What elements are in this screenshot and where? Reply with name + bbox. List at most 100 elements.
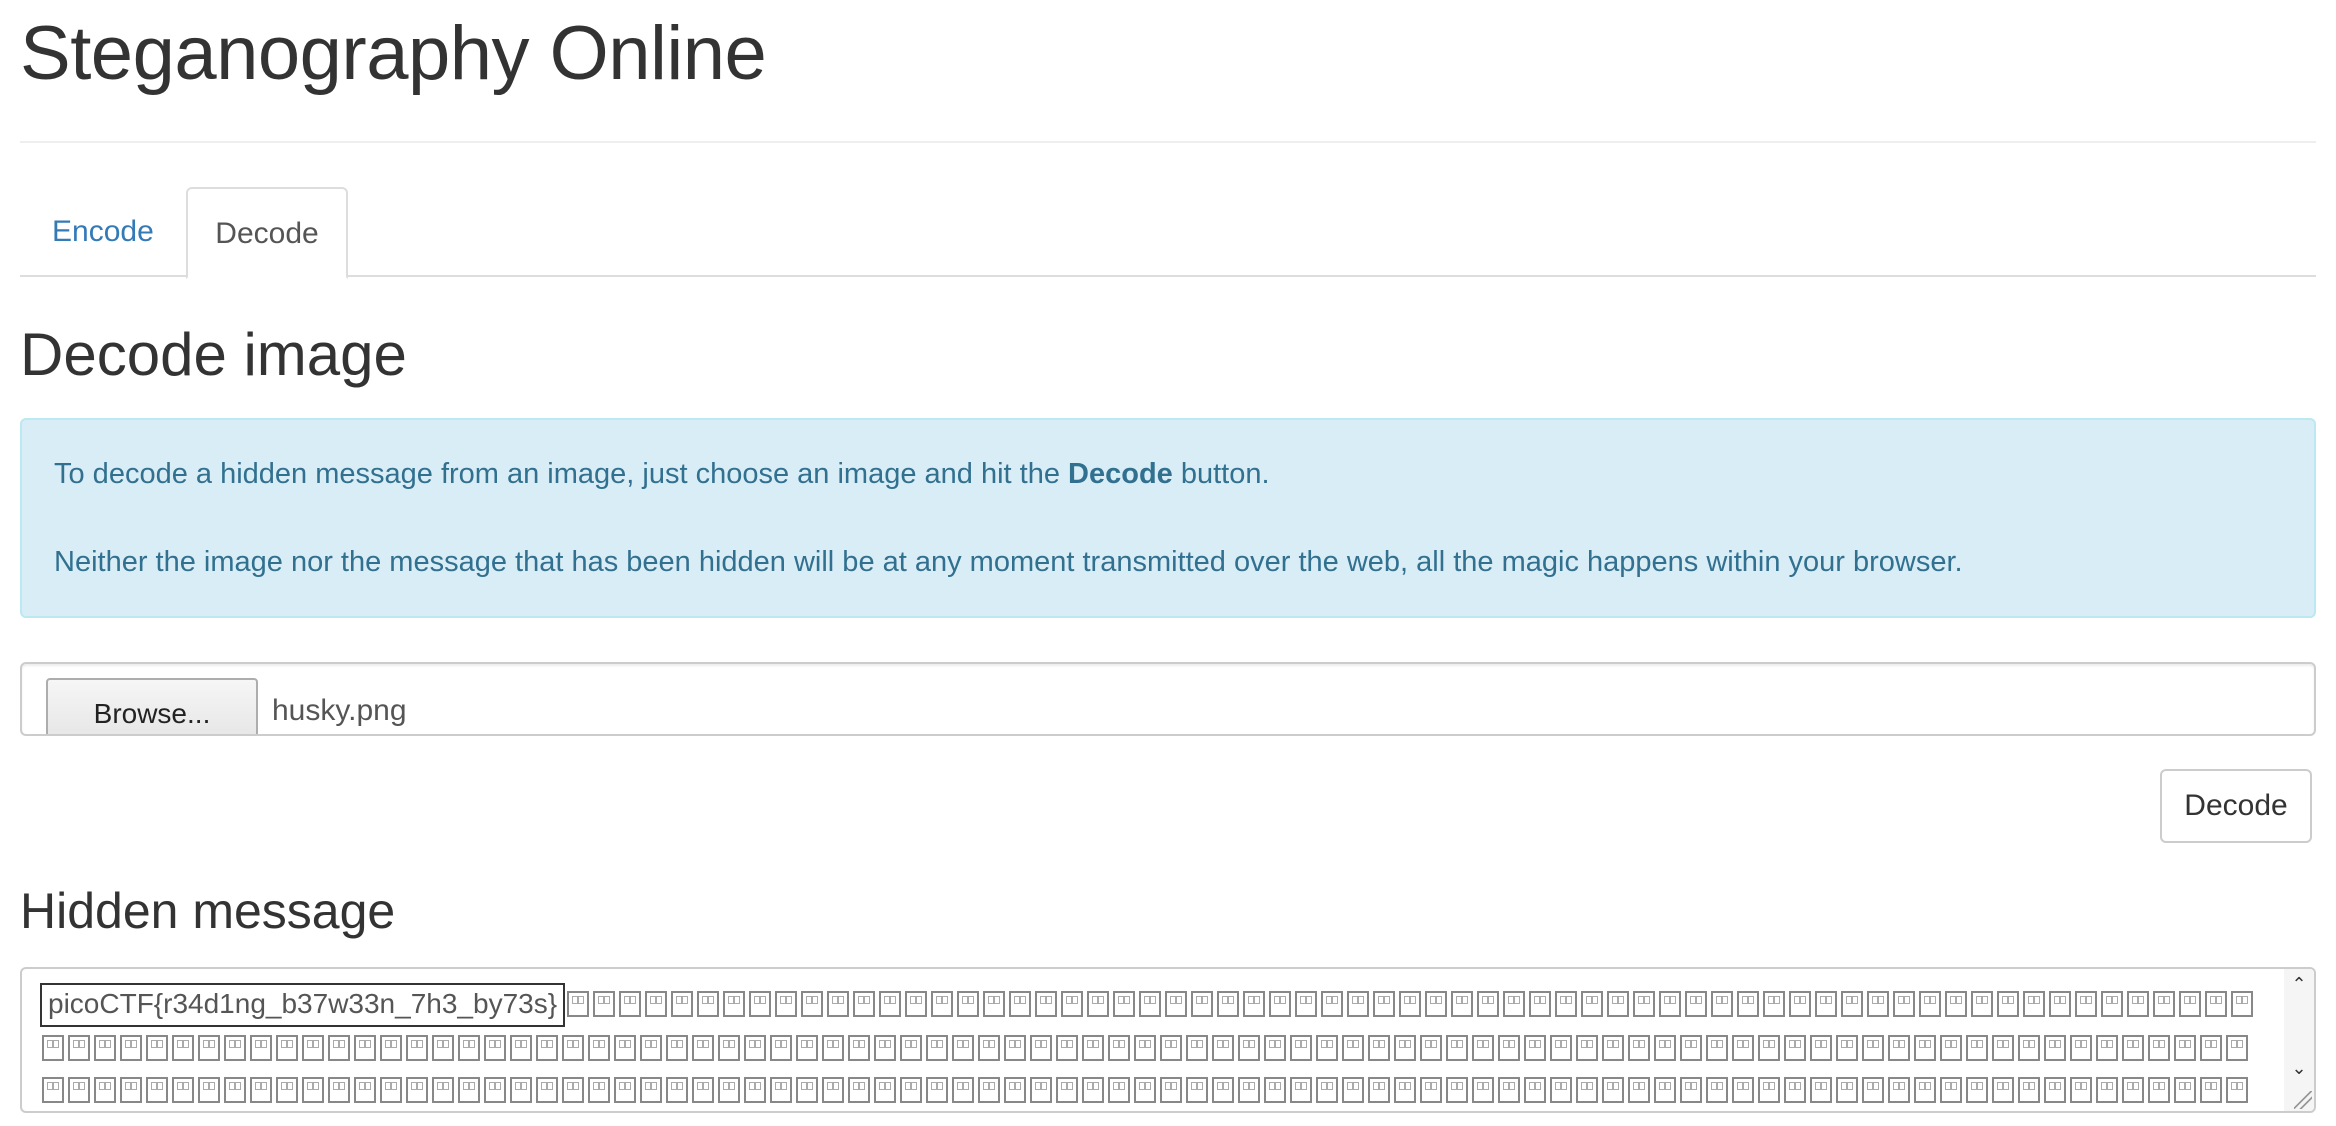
unprintable-character-box — [1290, 1035, 1312, 1061]
unprintable-character-box — [1108, 1077, 1130, 1103]
unprintable-character-box — [1342, 1077, 1364, 1103]
unprintable-character-box — [1654, 1035, 1676, 1061]
unprintable-character-box — [406, 1035, 428, 1061]
unprintable-character-box — [1607, 991, 1630, 1017]
unprintable-character-box — [796, 1077, 818, 1103]
info-instructions: To decode a hidden message from an image… — [54, 458, 1270, 491]
unprintable-character-box — [1446, 1077, 1468, 1103]
unprintable-character-box — [1394, 1077, 1416, 1103]
unprintable-character-box — [1914, 1035, 1936, 1061]
unprintable-character-box — [1919, 991, 1942, 1017]
steganography-page: Steganography Online Encode Decode Decod… — [0, 0, 2336, 1126]
unprintable-character-box — [354, 1035, 376, 1061]
unprintable-character-box — [666, 1035, 688, 1061]
unprintable-character-box — [1139, 991, 1162, 1017]
unprintable-character-box — [2070, 1035, 2092, 1061]
unprintable-character-box — [2070, 1077, 2092, 1103]
unprintable-character-box — [302, 1035, 324, 1061]
unprintable-character-box — [562, 1035, 584, 1061]
unprintable-character-box — [2226, 1077, 2248, 1103]
unprintable-character-box — [120, 1035, 142, 1061]
unprintable-character-box — [640, 1035, 662, 1061]
unprintable-character-box — [1264, 1035, 1286, 1061]
unprintable-character-box — [1602, 1077, 1624, 1103]
tab-encode[interactable]: Encode — [20, 187, 186, 277]
unprintable-character-box — [1836, 1077, 1858, 1103]
unprintable-character-box — [900, 1077, 922, 1103]
unprintable-character-box — [1628, 1077, 1650, 1103]
unprintable-character-box — [1108, 1035, 1130, 1061]
decode-button[interactable]: Decode — [2160, 769, 2312, 843]
unprintable-character-box — [2096, 1035, 2118, 1061]
unprintable-character-box — [1789, 991, 1812, 1017]
unprintable-character-box — [1862, 1077, 1884, 1103]
unprintable-character-box — [1290, 1077, 1312, 1103]
unprintable-character-box — [1165, 991, 1188, 1017]
hidden-message-content: picoCTF{r34d1ng_b37w33n_7h3_by73s} — [40, 983, 2270, 1111]
info-instructions-suffix: button. — [1172, 458, 1270, 490]
unprintable-character-box — [1940, 1035, 1962, 1061]
unprintable-character-box — [1264, 1077, 1286, 1103]
unprintable-character-box — [1160, 1035, 1182, 1061]
hidden-message-textarea[interactable]: picoCTF{r34d1ng_b37w33n_7h3_by73s} ⌃ ⌄ — [20, 967, 2316, 1113]
unprintable-character-box — [1555, 991, 1578, 1017]
unprintable-character-box — [1035, 991, 1058, 1017]
unprintable-character-box — [718, 1035, 740, 1061]
unprintable-character-box — [380, 1077, 402, 1103]
unprintable-character-box — [874, 1035, 896, 1061]
unprintable-character-box — [172, 1077, 194, 1103]
unprintable-character-box — [458, 1077, 480, 1103]
unprintable-character-box — [1394, 1035, 1416, 1061]
unprintable-character-box — [172, 1035, 194, 1061]
unprintable-character-box — [1841, 991, 1864, 1017]
unprintable-character-box — [94, 1035, 116, 1061]
unprintable-character-box — [2200, 1077, 2222, 1103]
unprintable-character-box — [1732, 1035, 1754, 1061]
unprintable-character-box — [2122, 1035, 2144, 1061]
unprintable-character-box — [593, 991, 616, 1017]
tab-decode[interactable]: Decode — [186, 187, 348, 279]
unprintable-character-box — [1243, 991, 1266, 1017]
unprintable-character-box — [1810, 1035, 1832, 1061]
unprintable-character-box — [1867, 991, 1890, 1017]
unprintable-character-box — [1004, 1035, 1026, 1061]
unprintable-character-box — [1940, 1077, 1962, 1103]
unprintable-character-box — [94, 1077, 116, 1103]
unprintable-character-box — [2044, 1035, 2066, 1061]
unprintable-character-box — [1056, 1035, 1078, 1061]
tab-bar: Encode Decode — [20, 187, 2316, 279]
unprintable-character-box — [822, 1035, 844, 1061]
title-divider — [20, 141, 2316, 143]
unprintable-character-box — [1030, 1035, 1052, 1061]
unprintable-character-box — [1711, 991, 1734, 1017]
unprintable-character-box — [1888, 1035, 1910, 1061]
file-input[interactable]: Browse... husky.png — [20, 662, 2316, 736]
unprintable-character-box — [692, 1077, 714, 1103]
scroll-up-arrow-icon[interactable]: ⌃ — [2284, 971, 2314, 997]
unprintable-character-box — [1945, 991, 1968, 1017]
unprintable-character-box — [302, 1077, 324, 1103]
unprintable-character-box — [1784, 1035, 1806, 1061]
decode-image-heading: Decode image — [20, 321, 407, 388]
unprintable-character-box — [1758, 1077, 1780, 1103]
unprintable-character-box — [250, 1035, 272, 1061]
unprintable-character-box — [328, 1077, 350, 1103]
unprintable-character-box — [1503, 991, 1526, 1017]
unprintable-character-box — [2096, 1077, 2118, 1103]
unprintable-character-box — [1347, 991, 1370, 1017]
unprintable-character-box — [1321, 991, 1344, 1017]
scroll-down-arrow-icon[interactable]: ⌄ — [2284, 1055, 2314, 1081]
unprintable-character-box — [510, 1077, 532, 1103]
resize-grip-icon[interactable] — [2294, 1091, 2312, 1109]
unprintable-character-box — [1706, 1077, 1728, 1103]
unprintable-character-box — [484, 1035, 506, 1061]
unprintable-character-box — [853, 991, 876, 1017]
browse-button[interactable]: Browse... — [46, 678, 258, 734]
unprintable-character-box — [1581, 991, 1604, 1017]
unprintable-character-box — [1472, 1077, 1494, 1103]
unprintable-character-box — [2122, 1077, 2144, 1103]
unprintable-character-box — [775, 991, 798, 1017]
unprintable-character-box — [874, 1077, 896, 1103]
unprintable-character-box — [2075, 991, 2098, 1017]
unprintable-character-box — [1888, 1077, 1910, 1103]
